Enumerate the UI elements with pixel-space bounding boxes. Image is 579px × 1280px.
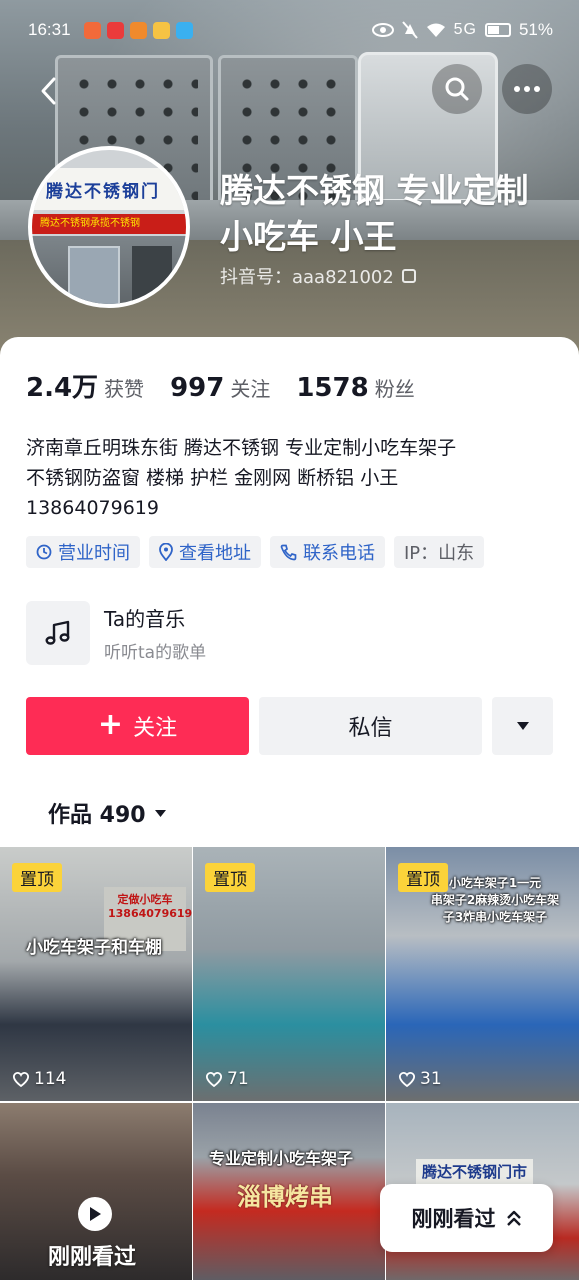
message-button[interactable]: 私信 [259, 697, 482, 755]
mute-icon [401, 21, 418, 39]
eye-icon [371, 23, 394, 37]
tag-phone[interactable]: 联系电话 [270, 536, 385, 568]
avatar-sign: 腾达不锈钢门 [32, 168, 186, 210]
notification-icons [84, 22, 193, 39]
video-thumbnail[interactable]: 定做小吃车 13864079619 小吃车架子和车棚 置顶 114 [0, 847, 192, 1101]
stat-likes: 2.4万 获赞 [26, 367, 144, 404]
tag-address[interactable]: 查看地址 [149, 536, 261, 568]
chevron-left-icon [41, 77, 56, 105]
video-sign: 淄博烤串 [237, 1183, 333, 1211]
tag-ip-location: IP：山东 [394, 536, 485, 568]
video-thumbnail[interactable]: 专业定制小吃车架子 淄博烤串 [193, 1103, 385, 1280]
music-subtitle: 听听ta的歌单 [104, 643, 207, 663]
caret-down-icon [516, 722, 529, 730]
likes-count: 71 [227, 1069, 249, 1089]
more-dots-icon [514, 86, 540, 92]
tab-works[interactable]: 作品 490 [48, 797, 167, 829]
douyin-id-text: 抖音号：aaa821002 [220, 267, 394, 288]
status-time: 16:31 [28, 20, 71, 39]
video-thumbnail[interactable]: 置顶 71 [193, 847, 385, 1101]
battery-icon [484, 23, 511, 37]
play-icon [78, 1197, 112, 1231]
stat-number: 1578 [296, 373, 369, 403]
clock-icon [36, 544, 52, 560]
stat-number: 2.4万 [26, 373, 99, 403]
app-notification-icon [107, 22, 124, 39]
stat-label: 获赞 [104, 377, 145, 401]
back-button[interactable] [24, 66, 74, 116]
recently-viewed-label: 刚刚看过 [411, 1207, 496, 1231]
heart-icon [399, 1072, 415, 1087]
avatar[interactable]: 腾达不锈钢门 腾达不锈钢承揽不锈钢 [28, 146, 190, 308]
works-tab-label: 作品 490 [48, 803, 146, 828]
battery-percent: 51% [518, 20, 553, 39]
music-title: Ta的音乐 [104, 607, 186, 631]
profile-bio: 济南章丘明珠东街 腾达不锈钢 专业定制小吃车架子 不锈钢防盗窗 楼梯 护栏 金刚… [26, 437, 457, 519]
search-icon [445, 77, 469, 101]
video-likes: 114 [12, 1069, 66, 1089]
tag-label: 联系电话 [303, 543, 375, 564]
avatar-banner: 腾达不锈钢承揽不锈钢 [32, 214, 186, 234]
tag-business-hours[interactable]: 营业时间 [26, 536, 140, 568]
location-pin-icon [159, 543, 173, 561]
plus-icon: + [97, 707, 124, 742]
caret-down-icon [154, 809, 166, 817]
recommend-dropdown-button[interactable] [492, 697, 553, 755]
likes-count: 114 [34, 1069, 67, 1089]
video-thumbnail[interactable]: 小吃车架子1一元 串架子2麻辣烫小吃车架 子3炸串小吃车架子 置顶 31 [386, 847, 579, 1101]
music-note-icon [45, 620, 70, 645]
double-chevron-up-icon [506, 1210, 521, 1226]
stat-following[interactable]: 997 关注 [170, 373, 270, 403]
status-bar: 16:31 5G 51% [0, 0, 579, 60]
music-icon-box [26, 601, 90, 665]
tag-label: IP：山东 [404, 543, 475, 564]
video-overlay-text: 小吃车架子和车棚 [26, 938, 162, 958]
video-likes: 31 [398, 1069, 442, 1089]
stat-label: 粉丝 [374, 377, 415, 401]
tag-label: 查看地址 [179, 543, 251, 564]
pinned-badge: 置顶 [205, 863, 255, 892]
profile-name: 腾达不锈钢 专业定制小吃车 小王 [220, 171, 529, 256]
video-likes: 71 [205, 1069, 249, 1089]
profile-tags: 营业时间 查看地址 联系电话 IP：山东 [26, 536, 485, 568]
follow-label: 关注 [133, 716, 178, 741]
stat-label: 关注 [230, 377, 271, 401]
pinned-badge: 置顶 [12, 863, 62, 892]
video-thumbnail[interactable]: 刚刚看过 [0, 1103, 192, 1280]
message-label: 私信 [348, 716, 393, 741]
app-notification-icon [176, 22, 193, 39]
tag-label: 营业时间 [58, 543, 130, 564]
app-notification-icon [84, 22, 101, 39]
likes-count: 31 [420, 1069, 442, 1089]
pinned-badge: 置顶 [398, 863, 448, 892]
wifi-icon [426, 23, 445, 37]
app-notification-icon [130, 22, 147, 39]
copy-icon[interactable] [401, 269, 416, 283]
profile-stats: 2.4万 获赞 997 关注 1578 粉丝 [26, 367, 441, 404]
douyin-id[interactable]: 抖音号：aaa821002 [220, 263, 416, 289]
phone-icon [280, 544, 297, 560]
stat-number: 997 [170, 373, 225, 403]
more-button[interactable] [502, 64, 552, 114]
video-sign: 腾达不锈钢门市 [416, 1159, 534, 1184]
search-button[interactable] [432, 64, 482, 114]
recently-viewed-button[interactable]: 刚刚看过 [380, 1184, 553, 1252]
music-entry[interactable]: Ta的音乐 听听ta的歌单 [26, 600, 526, 666]
heart-icon [13, 1072, 29, 1087]
profile-actions: + 关注 私信 [26, 697, 553, 755]
recently-viewed-caption: 刚刚看过 [48, 1245, 137, 1270]
app-notification-icon [153, 22, 170, 39]
heart-icon [206, 1072, 222, 1087]
follow-button[interactable]: + 关注 [26, 697, 249, 755]
video-overlay-text: 专业定制小吃车架子 [209, 1149, 354, 1168]
stat-followers[interactable]: 1578 粉丝 [296, 373, 414, 403]
signal-label: 5G [453, 21, 477, 38]
